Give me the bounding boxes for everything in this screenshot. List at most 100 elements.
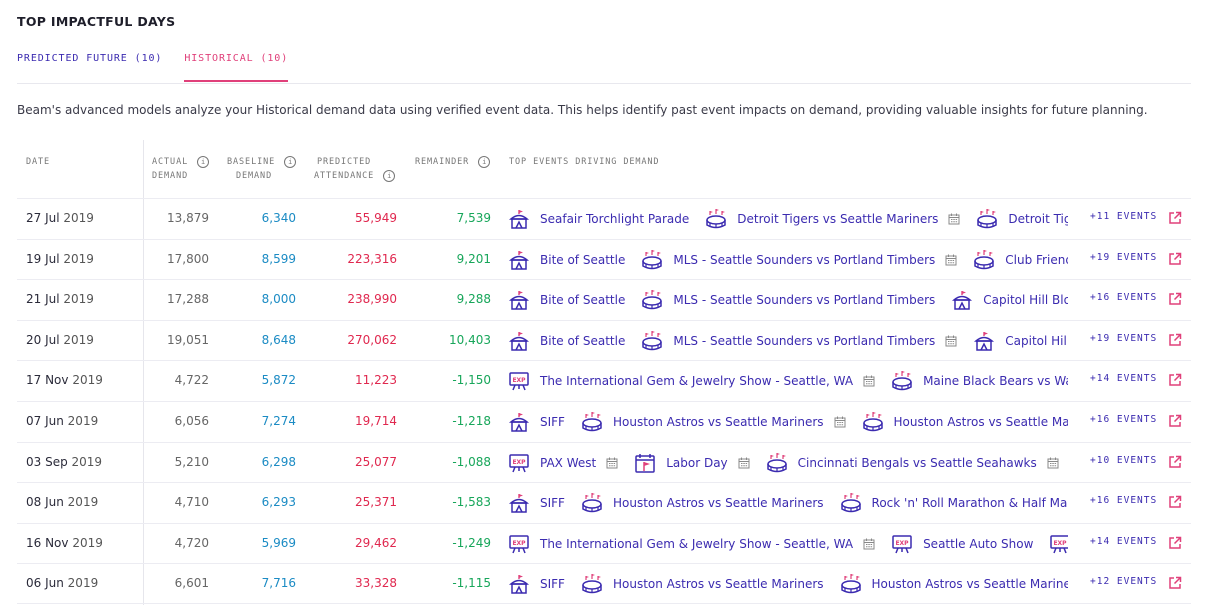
event-item[interactable] (1049, 532, 1068, 556)
more-events-link[interactable]: +19 EVENTS (1090, 252, 1157, 263)
event-item[interactable]: SIFF (508, 410, 565, 434)
event-name[interactable]: Maine Black Bears vs Washington Huskies (923, 374, 1068, 388)
event-item[interactable]: Capitol Hill Block Party (973, 329, 1068, 353)
event-name[interactable]: PAX West (540, 456, 596, 470)
external-link-icon[interactable] (1168, 536, 1182, 550)
event-item[interactable]: Labor Day (634, 451, 749, 475)
tab-historical[interactable]: HISTORICAL (10) (184, 53, 289, 82)
event-item[interactable]: Detroit Tigers vs Seattle Mariners (976, 207, 1068, 231)
event-item[interactable]: SIFF (508, 491, 565, 515)
event-name[interactable]: MLS - Seattle Sounders vs Portland Timbe… (673, 293, 935, 307)
event-name[interactable]: Club Friendly (1005, 253, 1068, 267)
event-item[interactable]: MLS - Seattle Sounders vs Portland Timbe… (641, 248, 957, 272)
event-name[interactable]: Rock 'n' Roll Marathon & Half Marathon (872, 496, 1068, 510)
event-name[interactable]: Seafair Torchlight Parade (540, 212, 689, 226)
event-item[interactable]: Cincinnati Bengals vs Seattle Seahawks (766, 451, 1059, 475)
event-name[interactable]: Houston Astros vs Seattle Mariners (894, 415, 1068, 429)
calendar-icon[interactable] (948, 213, 960, 225)
more-events-link[interactable]: +19 EVENTS (1090, 333, 1157, 344)
event-name[interactable]: Bite of Seattle (540, 334, 625, 348)
table-row[interactable]: 21 Jul 2019 17,288 8,000 238,990 9,288 Bite o… (17, 279, 1191, 320)
event-name[interactable]: The International Gem & Jewelry Show - S… (540, 537, 853, 551)
event-item[interactable]: Houston Astros vs Seattle Mariners (581, 491, 824, 515)
event-item[interactable]: Seattle Auto Show (891, 532, 1033, 556)
event-item[interactable]: Bite of Seattle (508, 288, 625, 312)
event-name[interactable]: Houston Astros vs Seattle Mariners (613, 496, 824, 510)
event-name[interactable]: The International Gem & Jewelry Show - S… (540, 374, 853, 388)
event-item[interactable]: Houston Astros vs Seattle Mariners (862, 410, 1068, 434)
event-item[interactable]: Seafair Torchlight Parade (508, 207, 689, 231)
calendar-icon[interactable] (738, 457, 750, 469)
column-header-date[interactable]: DATE (26, 155, 50, 169)
more-events-link[interactable]: +16 EVENTS (1090, 414, 1157, 425)
event-name[interactable]: Houston Astros vs Seattle Mariners (613, 415, 824, 429)
event-name[interactable]: SIFF (540, 415, 565, 429)
external-link-icon[interactable] (1168, 455, 1182, 469)
event-item[interactable]: Bite of Seattle (508, 329, 625, 353)
event-item[interactable]: Capitol Hill Block Party (951, 288, 1068, 312)
event-name[interactable]: MLS - Seattle Sounders vs Portland Timbe… (673, 253, 935, 267)
event-item[interactable]: Houston Astros vs Seattle Mariners (581, 572, 824, 596)
table-row[interactable]: 03 Sep 2019 5,210 6,298 25,077 -1,088 PAX Wes… (17, 441, 1191, 483)
calendar-icon[interactable] (863, 538, 875, 550)
more-events-link[interactable]: +16 EVENTS (1090, 495, 1157, 506)
more-events-link[interactable]: +10 EVENTS (1090, 455, 1157, 466)
event-item[interactable]: Bite of Seattle (508, 248, 625, 272)
event-name[interactable]: Labor Day (666, 456, 727, 470)
info-icon[interactable]: i (197, 155, 210, 168)
table-row[interactable]: 07 Jun 2019 6,056 7,274 19,714 -1,218 SIFF Hou… (17, 401, 1191, 442)
event-name[interactable]: Detroit Tigers vs Seattle Mariners (1008, 212, 1068, 226)
external-link-icon[interactable] (1168, 373, 1182, 387)
event-item[interactable]: The International Gem & Jewelry Show - S… (508, 369, 875, 393)
calendar-icon[interactable] (945, 335, 957, 347)
more-events-link[interactable]: +14 EVENTS (1090, 373, 1157, 384)
column-header-predicted-attendance[interactable]: PREDICTED ATTENDANCE i (314, 155, 396, 183)
event-item[interactable]: Maine Black Bears vs Washington Huskies (891, 369, 1068, 393)
table-row[interactable]: 06 Jun 2019 6,601 7,716 33,328 -1,115 SIFF Hou… (17, 563, 1191, 604)
event-item[interactable]: SIFF (508, 572, 565, 596)
table-row[interactable]: 19 Jul 2019 17,800 8,599 223,316 9,201 Bite o… (17, 238, 1191, 280)
event-name[interactable]: SIFF (540, 577, 565, 591)
event-item[interactable]: Rock 'n' Roll Marathon & Half Marathon (840, 491, 1068, 515)
event-name[interactable]: Houston Astros vs Seattle Mariners (872, 577, 1068, 591)
table-row[interactable]: 17 Nov 2019 4,722 5,872 11,223 -1,150 The Int… (17, 360, 1191, 401)
table-row[interactable]: 16 Nov 2019 4,720 5,969 29,462 -1,249 The Int… (17, 522, 1191, 564)
external-link-icon[interactable] (1168, 211, 1182, 225)
column-header-remainder[interactable]: REMAINDER i (415, 155, 491, 169)
event-name[interactable]: Detroit Tigers vs Seattle Mariners (737, 212, 938, 226)
event-item[interactable]: MLS - Seattle Sounders vs Portland Timbe… (641, 288, 935, 312)
event-item[interactable]: Houston Astros vs Seattle Mariners (840, 572, 1068, 596)
external-link-icon[interactable] (1168, 576, 1182, 590)
event-name[interactable]: Cincinnati Bengals vs Seattle Seahawks (798, 456, 1037, 470)
event-name[interactable]: Seattle Auto Show (923, 537, 1033, 551)
event-name[interactable]: Capitol Hill Block Party (983, 293, 1068, 307)
more-events-link[interactable]: +14 EVENTS (1090, 536, 1157, 547)
event-name[interactable]: Capitol Hill Block Party (1005, 334, 1068, 348)
table-row[interactable]: 08 Jun 2019 4,710 6,293 25,371 -1,583 SIFF Hou… (17, 482, 1191, 523)
event-item[interactable]: Detroit Tigers vs Seattle Mariners (705, 207, 960, 231)
event-name[interactable]: MLS - Seattle Sounders vs Portland Timbe… (673, 334, 935, 348)
table-row[interactable]: 27 Jul 2019 13,879 6,340 55,949 7,539 Seafair… (17, 198, 1191, 239)
calendar-icon[interactable] (834, 416, 846, 428)
event-name[interactable]: Houston Astros vs Seattle Mariners (613, 577, 824, 591)
tab-predicted-future[interactable]: PREDICTED FUTURE (10) (17, 53, 162, 82)
external-link-icon[interactable] (1168, 252, 1182, 266)
external-link-icon[interactable] (1168, 333, 1182, 347)
event-item[interactable]: The International Gem & Jewelry Show - S… (508, 532, 875, 556)
info-icon[interactable]: i (284, 155, 297, 168)
event-item[interactable]: Houston Astros vs Seattle Mariners (581, 410, 846, 434)
event-item[interactable]: MLS - Seattle Sounders vs Portland Timbe… (641, 329, 957, 353)
external-link-icon[interactable] (1168, 495, 1182, 509)
event-name[interactable]: Bite of Seattle (540, 253, 625, 267)
column-header-actual-demand[interactable]: ACTUAL i DEMAND (152, 155, 210, 183)
calendar-icon[interactable] (863, 375, 875, 387)
event-item[interactable]: PAX West (508, 451, 618, 475)
event-item[interactable]: Club Friendly (973, 248, 1068, 272)
calendar-icon[interactable] (945, 254, 957, 266)
table-row[interactable]: 20 Jul 2019 19,051 8,648 270,062 10,403 Bite … (17, 319, 1191, 361)
external-link-icon[interactable] (1168, 292, 1182, 306)
more-events-link[interactable]: +16 EVENTS (1090, 292, 1157, 303)
column-header-baseline-demand[interactable]: BASELINE i DEMAND (227, 155, 297, 183)
event-name[interactable]: Bite of Seattle (540, 293, 625, 307)
info-icon[interactable]: i (478, 155, 491, 168)
